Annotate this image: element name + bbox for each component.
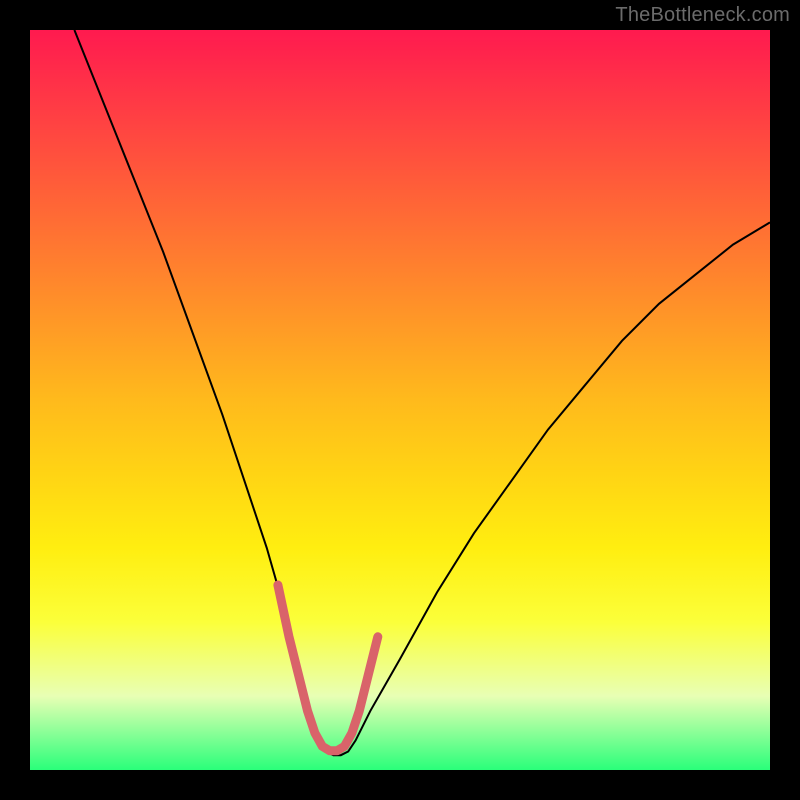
bottleneck-curve — [74, 30, 770, 755]
plot-area — [30, 30, 770, 770]
watermark-text: TheBottleneck.com — [615, 4, 790, 27]
chart-frame: TheBottleneck.com — [0, 0, 800, 800]
chart-svg — [30, 30, 770, 770]
